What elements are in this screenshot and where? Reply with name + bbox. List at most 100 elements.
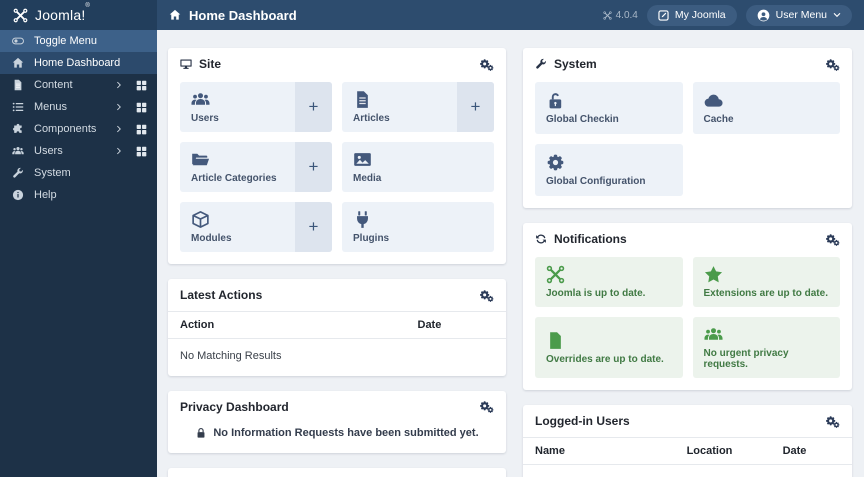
system-card-global-configuration[interactable]: Global Configuration: [535, 144, 683, 196]
sidebar-item-users[interactable]: Users: [0, 140, 157, 162]
version-number: 4.0.4: [615, 9, 638, 21]
quick-add-modules-button[interactable]: +: [295, 202, 332, 252]
card-label: Users: [191, 113, 219, 124]
panel-settings-cogs-icon[interactable]: [825, 233, 840, 246]
sidebar-item-label: Help: [34, 189, 57, 201]
user-menu-button[interactable]: User Menu: [745, 4, 852, 26]
notification-extensions-status[interactable]: Extensions are up to date.: [692, 257, 840, 307]
joomla-logo: Joomla!®: [0, 0, 157, 30]
my-joomla-button[interactable]: My Joomla: [646, 4, 737, 26]
site-card-article-categories[interactable]: Article Categories +: [180, 142, 332, 192]
panel-settings-cogs-icon[interactable]: [479, 400, 494, 414]
card-label: Articles: [353, 113, 390, 124]
page-title: Home Dashboard: [189, 7, 297, 23]
panel-title: Privacy Dashboard: [180, 399, 289, 414]
popular-articles-panel: Popular Articles: [168, 467, 506, 477]
notification-text: Overrides are up to date.: [546, 353, 664, 365]
users-icon: [703, 325, 830, 344]
joomla-logo-icon: [13, 8, 28, 23]
column-header-date: Date: [417, 319, 442, 331]
column-header-action: Action: [180, 319, 215, 331]
notification-overrides-status[interactable]: Overrides are up to date.: [535, 317, 683, 378]
registered-mark: ®: [85, 3, 91, 9]
sidebar-item-label: Toggle Menu: [34, 35, 97, 47]
dashboard-grid-icon[interactable]: [136, 102, 147, 113]
privacy-message: No Information Requests have been submit…: [213, 426, 479, 439]
file-icon: [353, 90, 448, 109]
system-card-cache[interactable]: Cache: [692, 82, 840, 134]
chevron-down-icon: [833, 11, 841, 19]
chevron-right-icon: [115, 125, 123, 133]
card-label: Cache: [703, 114, 734, 125]
dashboard-grid-icon[interactable]: [136, 124, 147, 135]
panel-settings-cogs-icon[interactable]: [825, 58, 840, 71]
notification-text: Joomla is up to date.: [546, 288, 646, 299]
sync-icon: [535, 233, 547, 245]
toggle-icon: [11, 35, 25, 47]
card-label: Media: [353, 173, 382, 184]
dashboard-grid-icon[interactable]: [136, 80, 147, 91]
sidebar-item-components[interactable]: Components: [0, 118, 157, 140]
notification-joomla-status[interactable]: Joomla is up to date.: [535, 257, 683, 307]
logged-in-users-panel: Logged-in Users Name Location Date Admin…: [523, 405, 852, 477]
panel-settings-cogs-icon[interactable]: [479, 58, 494, 71]
site-panel: Site Users + Articles + Article Categori…: [168, 48, 506, 264]
card-label: Plugins: [353, 233, 390, 244]
system-panel: System Global Checkin Cache Global Confi…: [523, 48, 852, 208]
site-card-plugins[interactable]: Plugins: [342, 202, 494, 252]
sidebar-item-menus[interactable]: Menus: [0, 96, 157, 118]
notification-text: No urgent privacy requests.: [703, 348, 789, 370]
panel-title: Site: [199, 57, 222, 71]
sidebar-item-help[interactable]: Help: [0, 184, 157, 206]
sidebar-item-label: Menus: [34, 101, 68, 113]
joomla-icon: [546, 265, 672, 284]
dashboard-grid-icon[interactable]: [136, 146, 147, 157]
joomla-version: 4.0.4: [602, 9, 638, 21]
system-card-global-checkin[interactable]: Global Checkin: [535, 82, 683, 134]
main-content: Site Users + Articles + Article Categori…: [157, 30, 864, 477]
quick-add-categories-button[interactable]: +: [295, 142, 332, 192]
site-card-modules[interactable]: Modules +: [180, 202, 332, 252]
sidebar-item-label: System: [34, 167, 71, 179]
sidebar-item-system[interactable]: System: [0, 162, 157, 184]
plug-icon: [353, 210, 483, 229]
site-card-articles[interactable]: Articles +: [342, 82, 494, 132]
wrench-icon: [535, 58, 547, 70]
site-card-media[interactable]: Media: [342, 142, 494, 192]
card-label: Modules: [191, 233, 232, 244]
privacy-dashboard-panel: Privacy Dashboard No Information Request…: [168, 390, 506, 453]
my-joomla-label: My Joomla: [674, 9, 726, 21]
joomla-logo-text: Joomla!®: [35, 3, 91, 23]
quick-add-users-button[interactable]: +: [295, 82, 332, 132]
file-icon: [11, 79, 25, 91]
info-icon: [11, 189, 25, 201]
panel-settings-cogs-icon[interactable]: [825, 415, 840, 428]
users-icon: [191, 90, 286, 109]
user-circle-icon: [757, 9, 770, 22]
sidebar-item-toggle-menu[interactable]: Toggle Menu: [0, 30, 157, 52]
quick-add-articles-button[interactable]: +: [457, 82, 494, 132]
wrench-icon: [11, 167, 25, 179]
panel-title: Logged-in Users: [535, 414, 630, 428]
card-label: Global Checkin: [546, 114, 619, 125]
puzzle-icon: [11, 123, 25, 135]
cube-icon: [191, 210, 286, 229]
notification-privacy-status[interactable]: No urgent privacy requests.: [692, 317, 840, 378]
top-bar: Joomla!® Home Dashboard 4.0.4 My Joomla …: [0, 0, 864, 30]
column-header-date: Date: [782, 445, 807, 457]
panel-title: Notifications: [554, 232, 627, 246]
cloud-icon: [704, 91, 830, 110]
right-column: System Global Checkin Cache Global Confi…: [523, 48, 852, 477]
sidebar-item-home-dashboard[interactable]: Home Dashboard: [0, 52, 157, 74]
home-icon: [11, 57, 25, 69]
user-menu-label: User Menu: [775, 9, 827, 21]
empty-results-text: No Matching Results: [180, 350, 282, 362]
home-icon: [169, 9, 181, 21]
panel-settings-cogs-icon[interactable]: [479, 289, 494, 302]
sidebar-item-content[interactable]: Content: [0, 74, 157, 96]
file-icon: [546, 331, 672, 350]
joomla-version-icon: [602, 10, 612, 20]
edit-icon: [658, 9, 669, 21]
chevron-right-icon: [115, 103, 123, 111]
site-card-users[interactable]: Users +: [180, 82, 332, 132]
